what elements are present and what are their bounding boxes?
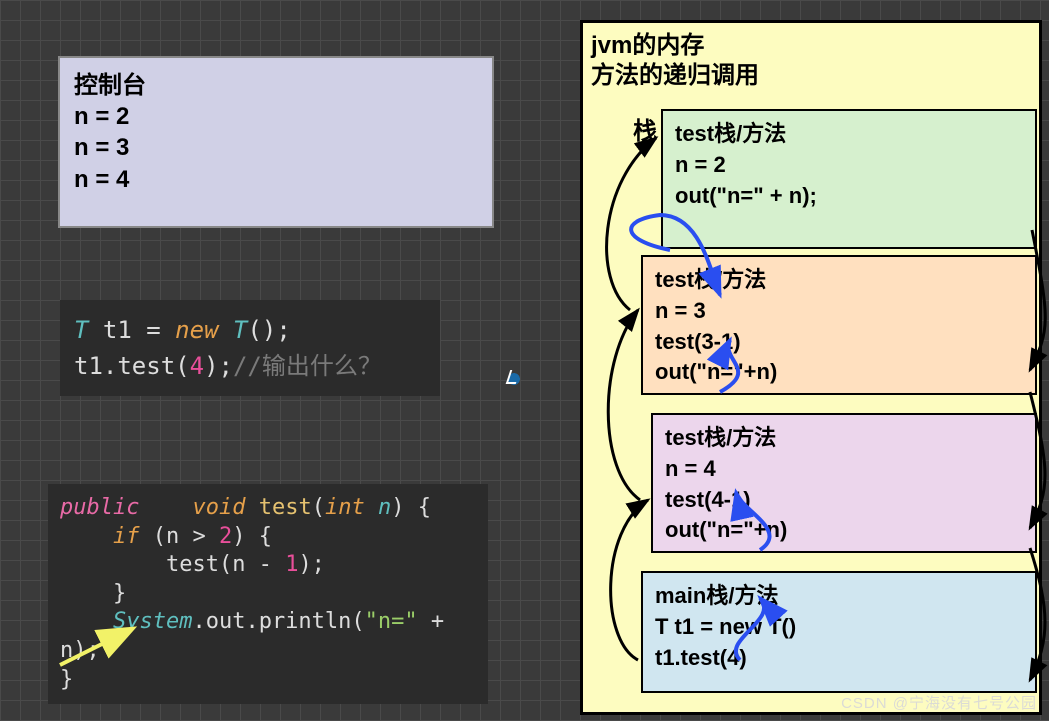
console-line: n = 2 (74, 101, 478, 132)
token-int: int (325, 495, 365, 520)
frame-line: n = 4 (665, 454, 1023, 485)
console-line: n = 4 (74, 164, 478, 195)
console-line: n = 3 (74, 132, 478, 163)
token-system: System (113, 609, 192, 634)
token-call: t1.test (74, 352, 175, 380)
cursor-icon (506, 370, 522, 388)
token-ctor: T (233, 316, 247, 344)
frame-title: test栈/方法 (665, 423, 1023, 454)
token-void: void (192, 495, 245, 520)
frame-line: test(4-1) (665, 485, 1023, 516)
frame-line: n = 2 (675, 150, 1023, 181)
jvm-title-line1: jvm的内存 (591, 31, 1031, 61)
token-cond: (n > (153, 524, 219, 549)
jvm-title-line2: 方法的递归调用 (591, 61, 1031, 91)
stack-frame-test-n4: test栈/方法 n = 4 test(4-1) out("n="+n) (651, 413, 1037, 553)
token-public: public (60, 495, 139, 520)
method-code-block: public void test(int n) { if (n > 2) { t… (48, 484, 488, 704)
frame-line: n = 3 (655, 296, 1023, 327)
token-type: T (74, 316, 88, 344)
token-recurse: test(n - (166, 552, 285, 577)
frame-line: out("n=" + n); (675, 181, 1023, 212)
watermark: CSDN @宁海没有七号公园 (841, 692, 1037, 713)
token-new: new (175, 316, 218, 344)
stack-frame-test-n3: test栈/方法 n = 3 test(3-1) out("n="+n) (641, 255, 1037, 395)
frame-line: out("n="+n) (665, 515, 1023, 546)
token-param: n (378, 495, 391, 520)
stack-frame-main: main栈/方法 T t1 = new T() t1.test(4) (641, 571, 1037, 693)
frame-title: test栈/方法 (675, 119, 1023, 150)
token-arg: 4 (190, 352, 204, 380)
frame-line: t1.test(4) (655, 643, 1023, 674)
frame-title: main栈/方法 (655, 581, 1023, 612)
frame-line: out("n="+n) (655, 357, 1023, 388)
console-panel: 控制台 n = 2 n = 3 n = 4 (58, 56, 494, 228)
stack-label: 栈 (633, 111, 657, 146)
caller-code-block: T t1 = new T(); t1.test(4);//输出什么？ (60, 300, 440, 396)
frame-line: T t1 = new T() (655, 612, 1023, 643)
token-var: t1 (103, 316, 132, 344)
frame-title: test栈/方法 (655, 265, 1023, 296)
stack-frame-test-n2: test栈/方法 n = 2 out("n=" + n); (661, 109, 1037, 249)
token-if: if (113, 524, 140, 549)
jvm-memory-panel: jvm的内存 方法的递归调用 栈 test栈/方法 n = 2 out("n="… (580, 20, 1042, 715)
frame-line: test(3-1) (655, 327, 1023, 358)
console-title: 控制台 (74, 70, 478, 101)
token-comment: //输出什么？ (233, 352, 382, 380)
token-fn: test (259, 495, 312, 520)
